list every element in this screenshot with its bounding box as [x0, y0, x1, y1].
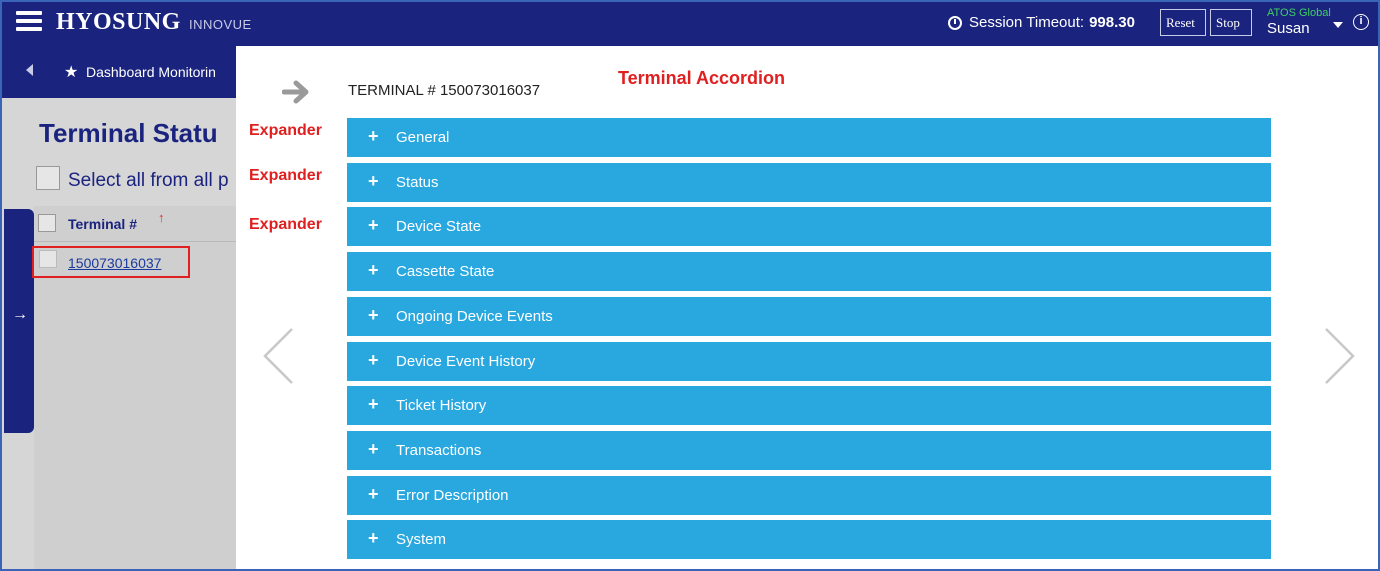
- terminal-detail-panel: TERMINAL # 150073016037 Terminal Accordi…: [236, 46, 1378, 569]
- plus-icon: +: [368, 439, 379, 459]
- accordion-label: Status: [396, 174, 439, 191]
- plus-icon: +: [368, 484, 379, 504]
- star-icon: ★: [64, 64, 79, 81]
- chevron-left-icon[interactable]: [260, 326, 296, 391]
- terminal-row-link[interactable]: 150073016037: [68, 255, 161, 271]
- accordion-label: System: [396, 531, 447, 548]
- session-timeout-value: 998.30: [1089, 14, 1135, 31]
- plus-icon: +: [368, 394, 379, 414]
- accordion-label: Device State: [396, 218, 482, 235]
- annotation-expander: Expander: [249, 216, 322, 233]
- chevron-right-icon[interactable]: [1322, 326, 1358, 391]
- plus-icon: +: [368, 350, 379, 370]
- annotation-expander: Expander: [249, 167, 322, 184]
- plus-icon: +: [368, 126, 379, 146]
- accordion-label: Device Event History: [396, 353, 536, 370]
- chevron-left-icon[interactable]: [26, 64, 33, 76]
- accordion-status[interactable]: + Status: [347, 163, 1271, 202]
- brand-subtitle: INNOVUE: [189, 17, 252, 32]
- header-checkbox[interactable]: [38, 214, 56, 232]
- breadcrumb-dashboard-monitoring[interactable]: Dashboard Monitorin: [86, 64, 216, 80]
- arrow-right-icon: →: [12, 306, 28, 323]
- grid-header: Terminal # ↑: [34, 206, 236, 242]
- app-frame: HYOSUNG INNOVUE Session Timeout: 998.30 …: [0, 0, 1380, 571]
- breadcrumb-bar: ★ Dashboard Monitorin: [2, 46, 236, 98]
- user-name[interactable]: Susan: [1267, 20, 1310, 37]
- annotation-terminal-accordion: Terminal Accordion: [618, 68, 786, 88]
- annotation-expander: Expander: [249, 122, 322, 139]
- background-page: ★ Dashboard Monitorin Terminal Statu Sel…: [2, 46, 236, 569]
- plus-icon: +: [368, 260, 379, 280]
- column-header-terminal[interactable]: Terminal #: [68, 216, 137, 232]
- accordion-device-event-history[interactable]: + Device Event History: [347, 342, 1271, 381]
- chevron-down-icon[interactable]: [1333, 22, 1343, 28]
- accordion-label: Cassette State: [396, 263, 495, 280]
- accordion-error-description[interactable]: + Error Description: [347, 476, 1271, 515]
- hamburger-icon[interactable]: [16, 11, 42, 33]
- plus-icon: +: [368, 215, 379, 235]
- accordion-label: Ticket History: [396, 397, 487, 414]
- accordion-transactions[interactable]: + Transactions: [347, 431, 1271, 470]
- accordion-label: Transactions: [396, 442, 482, 459]
- page-title: Terminal Statu: [39, 118, 218, 148]
- accordion-ongoing-device-events[interactable]: + Ongoing Device Events: [347, 297, 1271, 336]
- plus-icon: +: [368, 305, 379, 325]
- accordion-general[interactable]: + General: [347, 118, 1271, 157]
- accordion-label: General: [396, 129, 450, 146]
- side-panel-toggle[interactable]: →: [4, 209, 34, 433]
- select-all-label: Select all from all p: [68, 170, 229, 191]
- sort-ascending-icon[interactable]: ↑: [158, 210, 165, 225]
- accordion-ticket-history[interactable]: + Ticket History: [347, 386, 1271, 425]
- forward-arrow-icon[interactable]: [281, 78, 312, 111]
- accordion-label: Error Description: [396, 487, 509, 504]
- accordion-device-state[interactable]: + Device State: [347, 207, 1271, 246]
- session-timeout-label: Session Timeout:: [969, 14, 1085, 31]
- info-icon[interactable]: i: [1353, 14, 1369, 30]
- accordion-system[interactable]: + System: [347, 520, 1271, 559]
- plus-icon: +: [368, 528, 379, 548]
- accordion-label: Ongoing Device Events: [396, 308, 553, 325]
- plus-icon: +: [368, 171, 379, 191]
- clock-icon: [948, 15, 962, 30]
- stop-button[interactable]: Stop: [1210, 9, 1252, 36]
- reset-button[interactable]: Reset: [1160, 9, 1206, 36]
- select-all-checkbox[interactable]: [36, 166, 60, 190]
- session-timeout: Session Timeout: 998.30: [948, 14, 1135, 31]
- brand-logo: HYOSUNG: [56, 9, 181, 35]
- terminal-title: TERMINAL # 150073016037: [348, 82, 541, 99]
- organization-name: ATOS Global: [1267, 7, 1331, 19]
- top-bar: HYOSUNG INNOVUE Session Timeout: 998.30 …: [2, 2, 1378, 46]
- accordion-cassette-state[interactable]: + Cassette State: [347, 252, 1271, 291]
